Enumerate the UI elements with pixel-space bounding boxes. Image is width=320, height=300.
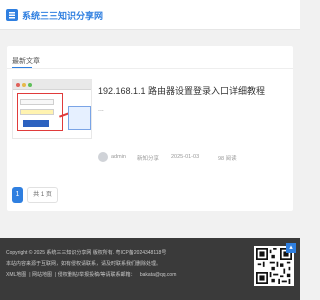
post-category[interactable]: 新知分享 <box>137 154 159 162</box>
thumbnail-browser-bar <box>13 80 91 90</box>
tab-divider <box>7 68 293 69</box>
post-meta: admin 新知分享 2025-01-03 98 阅读 <box>98 152 288 162</box>
post-title[interactable]: 192.168.1.1 路由器设置登录入口详细教程 <box>98 84 288 97</box>
footer-notice: 本站内容来源于互联网，如有侵权请联系，请及时联系我们删除处理。 <box>6 261 162 267</box>
top-header: 系统三三知识分享网 <box>0 0 300 30</box>
thumbnail-login-button <box>23 120 49 127</box>
post-views: 98 阅读 <box>218 156 237 162</box>
page-total-label: 共 1 页 <box>27 187 58 203</box>
footer-copyright: Copyright © 2025 系统三三知识分享网 版权所有. 粤ICP备20… <box>6 250 167 256</box>
footer-link-xml-map[interactable]: XML地图 <box>6 272 26 278</box>
thumbnail-password-field <box>20 109 54 115</box>
post-thumbnail[interactable] <box>12 79 92 139</box>
post-author[interactable]: admin <box>111 154 126 160</box>
tab-latest-posts[interactable]: 最新文章 <box>12 56 40 66</box>
back-to-top-icon[interactable]: ▴ <box>286 243 296 253</box>
site-logo-icon[interactable] <box>6 9 18 21</box>
footer-link-report[interactable]: 侵权删帖/举报投稿/等请联系邮箱： <box>58 272 136 278</box>
footer-email[interactable]: bakata@qq.com <box>140 272 176 278</box>
post-excerpt: ... <box>98 106 104 113</box>
qr-code-icon <box>256 248 292 284</box>
footer-link-sitemap[interactable]: 网站地图 <box>32 272 52 278</box>
thumbnail-callout <box>68 106 91 130</box>
page-button-current[interactable]: 1 <box>12 187 23 203</box>
thumbnail-username-field <box>20 99 54 105</box>
post-date: 2025-01-03 <box>171 154 200 160</box>
avatar <box>98 152 108 162</box>
footer-links: XML地图 | 网站地图 | 侵权删帖/举报投稿/等请联系邮箱： bakata@qq… <box>6 272 177 278</box>
site-title[interactable]: 系统三三知识分享网 <box>22 9 103 22</box>
latest-posts-card: 最新文章 192.168.1.1 路由器设置登录入口详细教程 ... admin… <box>7 46 293 211</box>
